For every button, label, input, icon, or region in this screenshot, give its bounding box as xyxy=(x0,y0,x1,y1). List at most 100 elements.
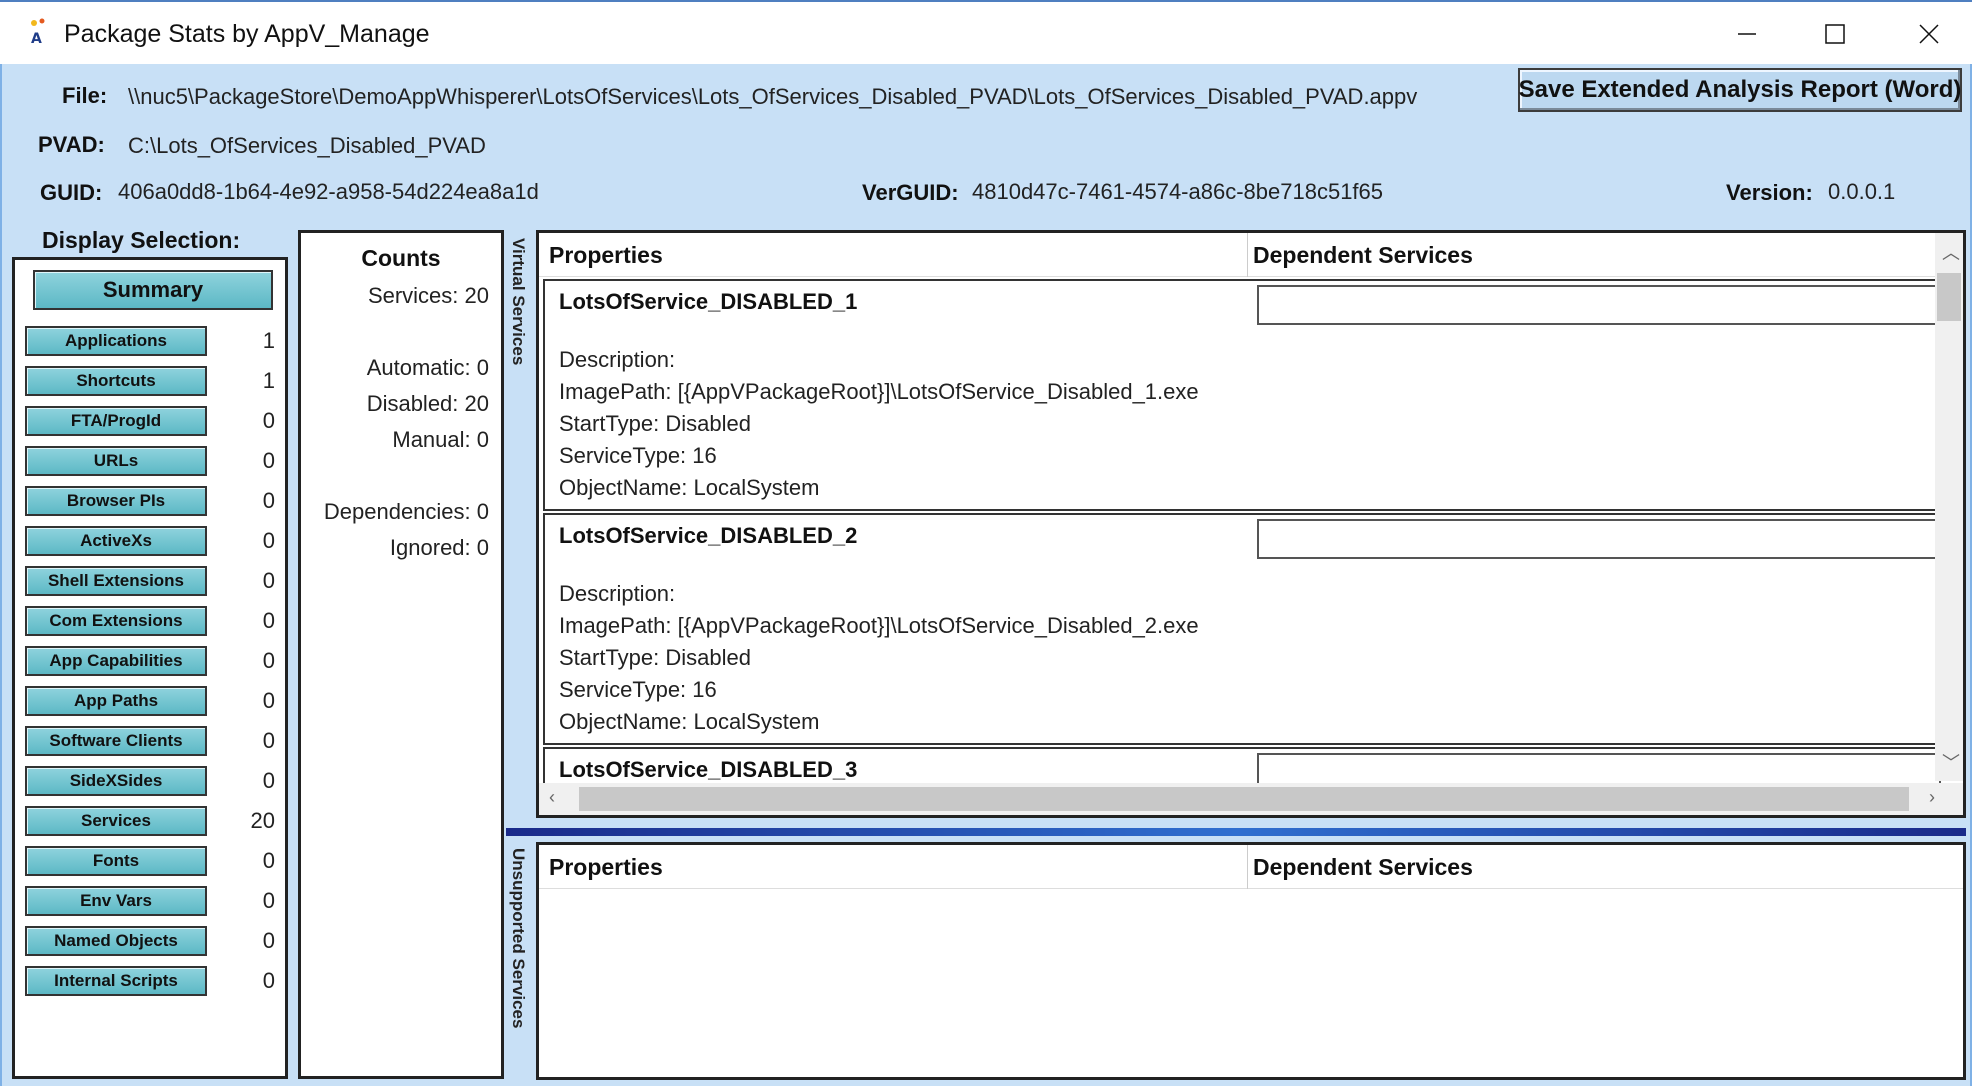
applications-count: 1 xyxy=(262,328,275,353)
category-row-shell-extensions: Shell Extensions 0 xyxy=(25,566,275,596)
services-button[interactable]: Services xyxy=(25,806,207,836)
category-row-activexs: ActiveXs 0 xyxy=(25,526,275,556)
verguid-label: VerGUID: xyxy=(862,180,959,205)
env-vars-button[interactable]: Env Vars xyxy=(25,886,207,916)
save-report-button[interactable]: Save Extended Analysis Report (Word) xyxy=(1518,68,1962,112)
shortcuts-count: 1 xyxy=(262,368,275,393)
maximize-icon xyxy=(1825,24,1845,44)
col-dependent-services[interactable]: Dependent Services xyxy=(1253,242,1473,269)
horizontal-scroll-thumb[interactable] xyxy=(579,787,1909,811)
main-area: Display Selection: Summary Applications … xyxy=(0,220,1972,1086)
fta-progid-button[interactable]: FTA/ProgId xyxy=(25,406,207,436)
vertical-scrollbar[interactable]: ︿ ﹀ xyxy=(1935,233,1963,781)
file-value: \\nuc5\PackageStore\DemoAppWhisperer\Lot… xyxy=(128,84,1418,109)
vertical-scroll-thumb[interactable] xyxy=(1937,273,1961,321)
app-icon: A xyxy=(26,18,50,47)
panel-splitter[interactable] xyxy=(506,828,1966,836)
fta-progid-count: 0 xyxy=(262,408,275,433)
count-automatic: Automatic: 0 xyxy=(366,355,489,380)
counts-title: Counts xyxy=(361,245,441,271)
version-value: 0.0.0.1 xyxy=(1828,179,1896,204)
service-row[interactable]: LotsOfService_DISABLED_2 Description: Im… xyxy=(543,513,1941,745)
category-row-fonts: Fonts 0 xyxy=(25,846,275,876)
display-selection-panel: Summary Applications 1 Shortcuts 1 FTA/P… xyxy=(12,257,288,1079)
summary-button[interactable]: Summary xyxy=(33,270,273,310)
scroll-down-icon[interactable]: ﹀ xyxy=(1942,749,1960,775)
service-type: ServiceType: 16 xyxy=(559,443,717,468)
category-row-internal-scripts: Internal Scripts 0 xyxy=(25,966,275,996)
dependent-services-field[interactable] xyxy=(1257,519,1941,559)
service-image-path: ImagePath: [{AppVPackageRoot}]\LotsOfSer… xyxy=(559,379,1199,404)
applications-button[interactable]: Applications xyxy=(25,326,207,356)
category-row-services: Services 20 xyxy=(25,806,275,836)
category-row-named-objects: Named Objects 0 xyxy=(25,926,275,956)
dependent-services-field[interactable] xyxy=(1257,285,1941,325)
minimize-button[interactable] xyxy=(1712,8,1782,60)
service-object-name: ObjectName: LocalSystem xyxy=(559,709,820,734)
scroll-right-icon[interactable]: › xyxy=(1929,787,1935,808)
sidexsides-button[interactable]: SideXSides xyxy=(25,766,207,796)
maximize-button[interactable] xyxy=(1800,8,1870,60)
service-description: Description: xyxy=(559,581,676,606)
service-name: LotsOfService_DISABLED_2 xyxy=(559,523,858,548)
category-row-browser-pis: Browser PIs 0 xyxy=(25,486,275,516)
scroll-up-icon[interactable]: ︿ xyxy=(1942,239,1960,265)
category-row-env-vars: Env Vars 0 xyxy=(25,886,275,916)
guid-label: GUID: xyxy=(40,180,103,205)
service-start-type: StartType: Disabled xyxy=(559,411,751,436)
app-capabilities-button[interactable]: App Capabilities xyxy=(25,646,207,676)
urls-button[interactable]: URLs xyxy=(25,446,207,476)
service-name: LotsOfService_DISABLED_1 xyxy=(559,289,858,314)
column-divider[interactable] xyxy=(1247,845,1248,889)
col-dependent-services[interactable]: Dependent Services xyxy=(1253,854,1473,881)
window-title: Package Stats by AppV_Manage xyxy=(64,20,430,48)
shortcuts-button[interactable]: Shortcuts xyxy=(25,366,207,396)
activexs-count: 0 xyxy=(262,528,275,553)
counts-panel: Counts Services: 20 Automatic: 0 Disable… xyxy=(298,230,504,1079)
col-properties[interactable]: Properties xyxy=(549,854,663,881)
app-paths-button[interactable]: App Paths xyxy=(25,686,207,716)
svg-text:A: A xyxy=(31,31,42,46)
category-row-software-clients: Software Clients 0 xyxy=(25,726,275,756)
pvad-label: PVAD: xyxy=(38,132,105,157)
com-extensions-button[interactable]: Com Extensions xyxy=(25,606,207,636)
category-row-shortcuts: Shortcuts 1 xyxy=(25,366,275,396)
shell-extensions-button[interactable]: Shell Extensions xyxy=(25,566,207,596)
title-bar: A Package Stats by AppV_Manage xyxy=(0,0,1972,64)
category-row-app-capabilities: App Capabilities 0 xyxy=(25,646,275,676)
service-description: Description: xyxy=(559,347,676,372)
urls-count: 0 xyxy=(262,448,275,473)
count-services: Services: 20 xyxy=(367,283,489,308)
named-objects-count: 0 xyxy=(262,928,275,953)
browser-pis-button[interactable]: Browser PIs xyxy=(25,486,207,516)
named-objects-button[interactable]: Named Objects xyxy=(25,926,207,956)
package-header: File: \\nuc5\PackageStore\DemoAppWhisper… xyxy=(0,64,1972,220)
scroll-left-icon[interactable]: ‹ xyxy=(549,787,555,808)
activexs-button[interactable]: ActiveXs xyxy=(25,526,207,556)
env-vars-count: 0 xyxy=(262,888,275,913)
virtual-services-grid: Properties Dependent Services LotsOfServ… xyxy=(536,230,1966,818)
virtual-services-label: Virtual Services xyxy=(509,238,528,366)
browser-pis-count: 0 xyxy=(262,488,275,513)
service-image-path: ImagePath: [{AppVPackageRoot}]\LotsOfSer… xyxy=(559,613,1199,638)
category-row-app-paths: App Paths 0 xyxy=(25,686,275,716)
virtual-services-header: Properties Dependent Services xyxy=(539,233,1963,277)
category-row-sidexsides: SideXSides 0 xyxy=(25,766,275,796)
col-properties[interactable]: Properties xyxy=(549,242,663,269)
sidexsides-count: 0 xyxy=(262,768,275,793)
pvad-value: C:\Lots_OfServices_Disabled_PVAD xyxy=(128,133,486,158)
service-row[interactable]: LotsOfService_DISABLED_1 Description: Im… xyxy=(543,279,1941,511)
fonts-button[interactable]: Fonts xyxy=(25,846,207,876)
unsupported-services-header: Properties Dependent Services xyxy=(539,845,1963,889)
count-disabled: Disabled: 20 xyxy=(366,391,489,416)
software-clients-button[interactable]: Software Clients xyxy=(25,726,207,756)
service-type: ServiceType: 16 xyxy=(559,677,717,702)
service-object-name: ObjectName: LocalSystem xyxy=(559,475,820,500)
count-ignored: Ignored: 0 xyxy=(389,535,489,560)
unsupported-services-grid: Properties Dependent Services xyxy=(536,842,1966,1080)
close-button[interactable] xyxy=(1894,8,1964,60)
internal-scripts-button[interactable]: Internal Scripts xyxy=(25,966,207,996)
services-count: 20 xyxy=(250,808,275,833)
horizontal-scrollbar[interactable]: ‹ › xyxy=(539,783,1963,815)
column-divider[interactable] xyxy=(1247,233,1248,277)
